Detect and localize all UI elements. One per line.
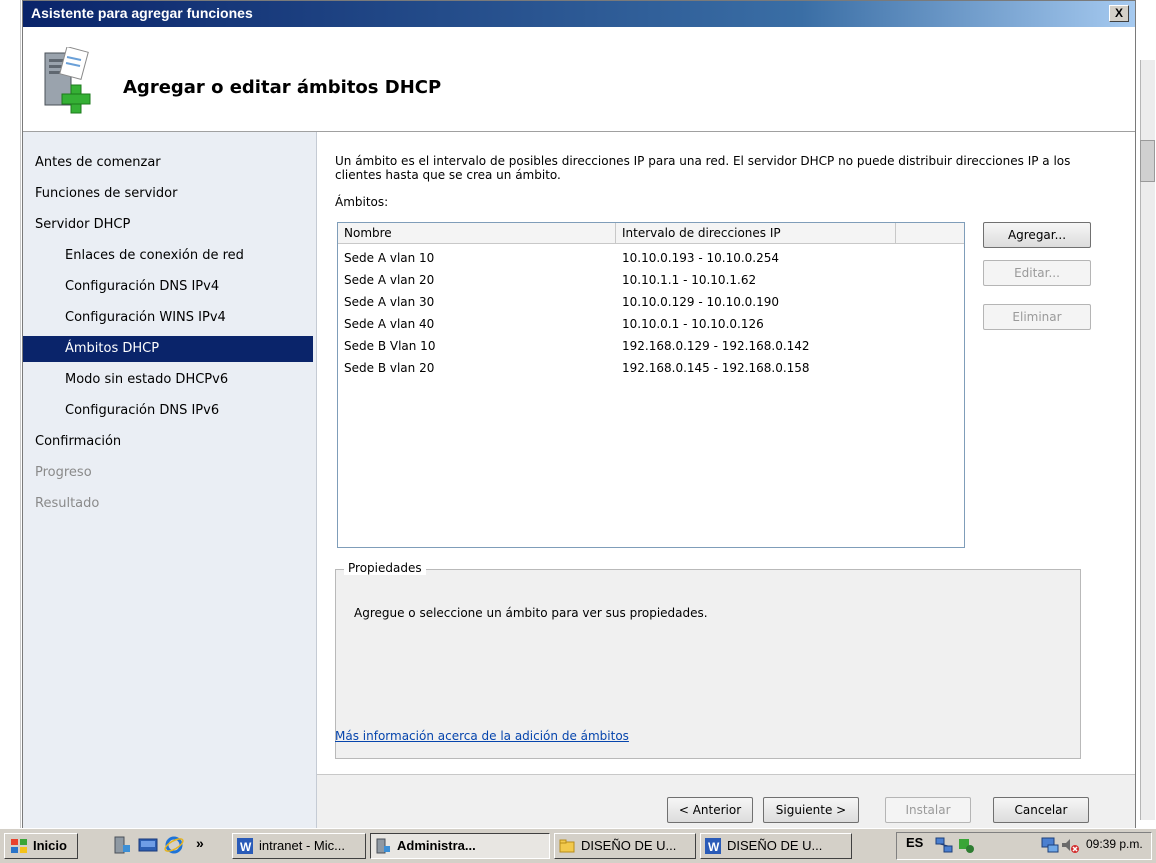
close-button[interactable]: X: [1109, 5, 1129, 22]
nav-item-dhcp-scopes[interactable]: Ámbitos DHCP: [23, 336, 313, 362]
wizard-button-bar: < Anterior Siguiente > Instalar Cancelar: [317, 774, 1135, 830]
intro-text: Un ámbito es el intervalo de posibles di…: [335, 154, 1071, 182]
wizard-content: Un ámbito es el intervalo de posibles di…: [317, 132, 1135, 830]
page-title: Agregar o editar ámbitos DHCP: [123, 77, 442, 98]
folder-icon: [559, 839, 575, 853]
table-row[interactable]: Sede B vlan 20 192.168.0.145 - 192.168.0…: [338, 358, 964, 378]
server-manager-icon: [376, 838, 390, 854]
cell-range: 10.10.0.129 - 10.10.0.190: [622, 295, 780, 309]
taskbar-item-label: DISEÑO DE U...: [581, 838, 677, 853]
add-button[interactable]: Agregar...: [983, 222, 1091, 248]
server-add-icon: [44, 47, 91, 114]
nav-item-before-begin[interactable]: Antes de comenzar: [23, 150, 313, 176]
server-manager-quicklaunch-icon[interactable]: [112, 835, 132, 855]
taskbar-item-administrator[interactable]: Administra...: [370, 833, 550, 859]
nav-item-dhcp-server[interactable]: Servidor DHCP: [23, 212, 313, 238]
svg-text:W: W: [708, 840, 720, 854]
properties-text: Agregue o seleccione un ámbito para ver …: [354, 606, 708, 620]
taskbar-item-label: intranet - Mic...: [259, 838, 345, 853]
cell-name: Sede A vlan 10: [344, 251, 435, 265]
more-info-link[interactable]: Más información acerca de la adición de …: [335, 729, 629, 743]
taskbar: Inicio » W intranet - Mic... Administra.…: [0, 828, 1156, 863]
start-label: Inicio: [33, 838, 67, 853]
nav-item-dns-ipv6[interactable]: Configuración DNS IPv6: [23, 398, 313, 424]
cell-range: 192.168.0.129 - 192.168.0.142: [622, 339, 810, 353]
cell-name: Sede A vlan 20: [344, 273, 435, 287]
taskbar-item-intranet[interactable]: W intranet - Mic...: [232, 833, 366, 859]
title-bar[interactable]: Asistente para agregar funciones X: [23, 1, 1135, 27]
background-scrollbar-thumb[interactable]: [1140, 140, 1155, 182]
nav-item-progress: Progreso: [35, 465, 92, 480]
cell-range: 10.10.1.1 - 10.10.1.62: [622, 273, 757, 287]
column-name[interactable]: Nombre: [338, 223, 616, 243]
install-button[interactable]: Instalar: [885, 797, 971, 823]
word-icon: W: [237, 838, 253, 854]
previous-button[interactable]: < Anterior: [667, 797, 753, 823]
internet-explorer-icon[interactable]: [164, 835, 184, 855]
nav-item-wins-ipv4[interactable]: Configuración WINS IPv4: [23, 305, 313, 331]
nav-item-network-bindings[interactable]: Enlaces de conexión de red: [23, 243, 313, 269]
background-window-left: [0, 0, 21, 828]
wizard-header: Agregar o editar ámbitos DHCP: [23, 27, 1135, 132]
table-row[interactable]: Sede A vlan 10 10.10.0.193 - 10.10.0.254: [338, 248, 964, 268]
nav-item-dns-ipv4[interactable]: Configuración DNS IPv4: [23, 274, 313, 300]
security-status-icon[interactable]: [956, 835, 976, 855]
show-desktop-icon[interactable]: [138, 835, 158, 855]
table-row[interactable]: Sede A vlan 40 10.10.0.1 - 10.10.0.126: [338, 314, 964, 334]
cell-range: 10.10.0.1 - 10.10.0.126: [622, 317, 764, 331]
start-button[interactable]: Inicio: [4, 833, 78, 859]
svg-text:W: W: [240, 840, 252, 854]
background-window-right: [1138, 0, 1156, 828]
word-icon: W: [705, 838, 721, 854]
cell-name: Sede B vlan 20: [344, 361, 435, 375]
cancel-button[interactable]: Cancelar: [993, 797, 1089, 823]
window-title: Asistente para agregar funciones: [31, 5, 253, 21]
cell-range: 192.168.0.145 - 192.168.0.158: [622, 361, 810, 375]
wizard-window: Asistente para agregar funciones X Agreg…: [22, 0, 1136, 830]
taskbar-item-folder[interactable]: DISEÑO DE U...: [554, 833, 696, 859]
volume-muted-icon[interactable]: [1060, 835, 1080, 855]
display-icon[interactable]: [1040, 835, 1060, 855]
quicklaunch-more-icon[interactable]: »: [196, 835, 204, 851]
column-ip-range[interactable]: Intervalo de direcciones IP: [616, 223, 896, 243]
table-row[interactable]: Sede A vlan 30 10.10.0.129 - 10.10.0.190: [338, 292, 964, 312]
properties-legend: Propiedades: [344, 561, 426, 575]
language-indicator[interactable]: ES: [906, 835, 923, 850]
windows-logo-icon: [11, 839, 27, 853]
delete-button[interactable]: Eliminar: [983, 304, 1091, 330]
column-empty[interactable]: [896, 223, 964, 243]
taskbar-item-word-doc[interactable]: W DISEÑO DE U...: [700, 833, 852, 859]
scopes-list[interactable]: Nombre Intervalo de direcciones IP Sede …: [337, 222, 965, 548]
cell-name: Sede B Vlan 10: [344, 339, 436, 353]
wizard-steps-nav: Antes de comenzar Funciones de servidor …: [23, 132, 317, 829]
nav-item-results: Resultado: [35, 496, 100, 511]
cell-name: Sede A vlan 40: [344, 317, 435, 331]
scopes-label: Ámbitos:: [335, 195, 389, 209]
cell-name: Sede A vlan 30: [344, 295, 435, 309]
nav-item-dhcpv6-stateless[interactable]: Modo sin estado DHCPv6: [23, 367, 313, 393]
nav-item-confirmation[interactable]: Confirmación: [23, 429, 313, 455]
next-button[interactable]: Siguiente >: [763, 797, 859, 823]
table-row[interactable]: Sede A vlan 20 10.10.1.1 - 10.10.1.62: [338, 270, 964, 290]
nav-item-server-roles[interactable]: Funciones de servidor: [23, 181, 313, 207]
table-row[interactable]: Sede B Vlan 10 192.168.0.129 - 192.168.0…: [338, 336, 964, 356]
taskbar-item-label: DISEÑO DE U...: [727, 838, 823, 853]
network-icon[interactable]: [934, 835, 954, 855]
taskbar-item-label: Administra...: [397, 838, 476, 853]
edit-button[interactable]: Editar...: [983, 260, 1091, 286]
cell-range: 10.10.0.193 - 10.10.0.254: [622, 251, 780, 265]
list-header: Nombre Intervalo de direcciones IP: [338, 223, 964, 244]
clock[interactable]: 09:39 p.m.: [1086, 837, 1143, 851]
